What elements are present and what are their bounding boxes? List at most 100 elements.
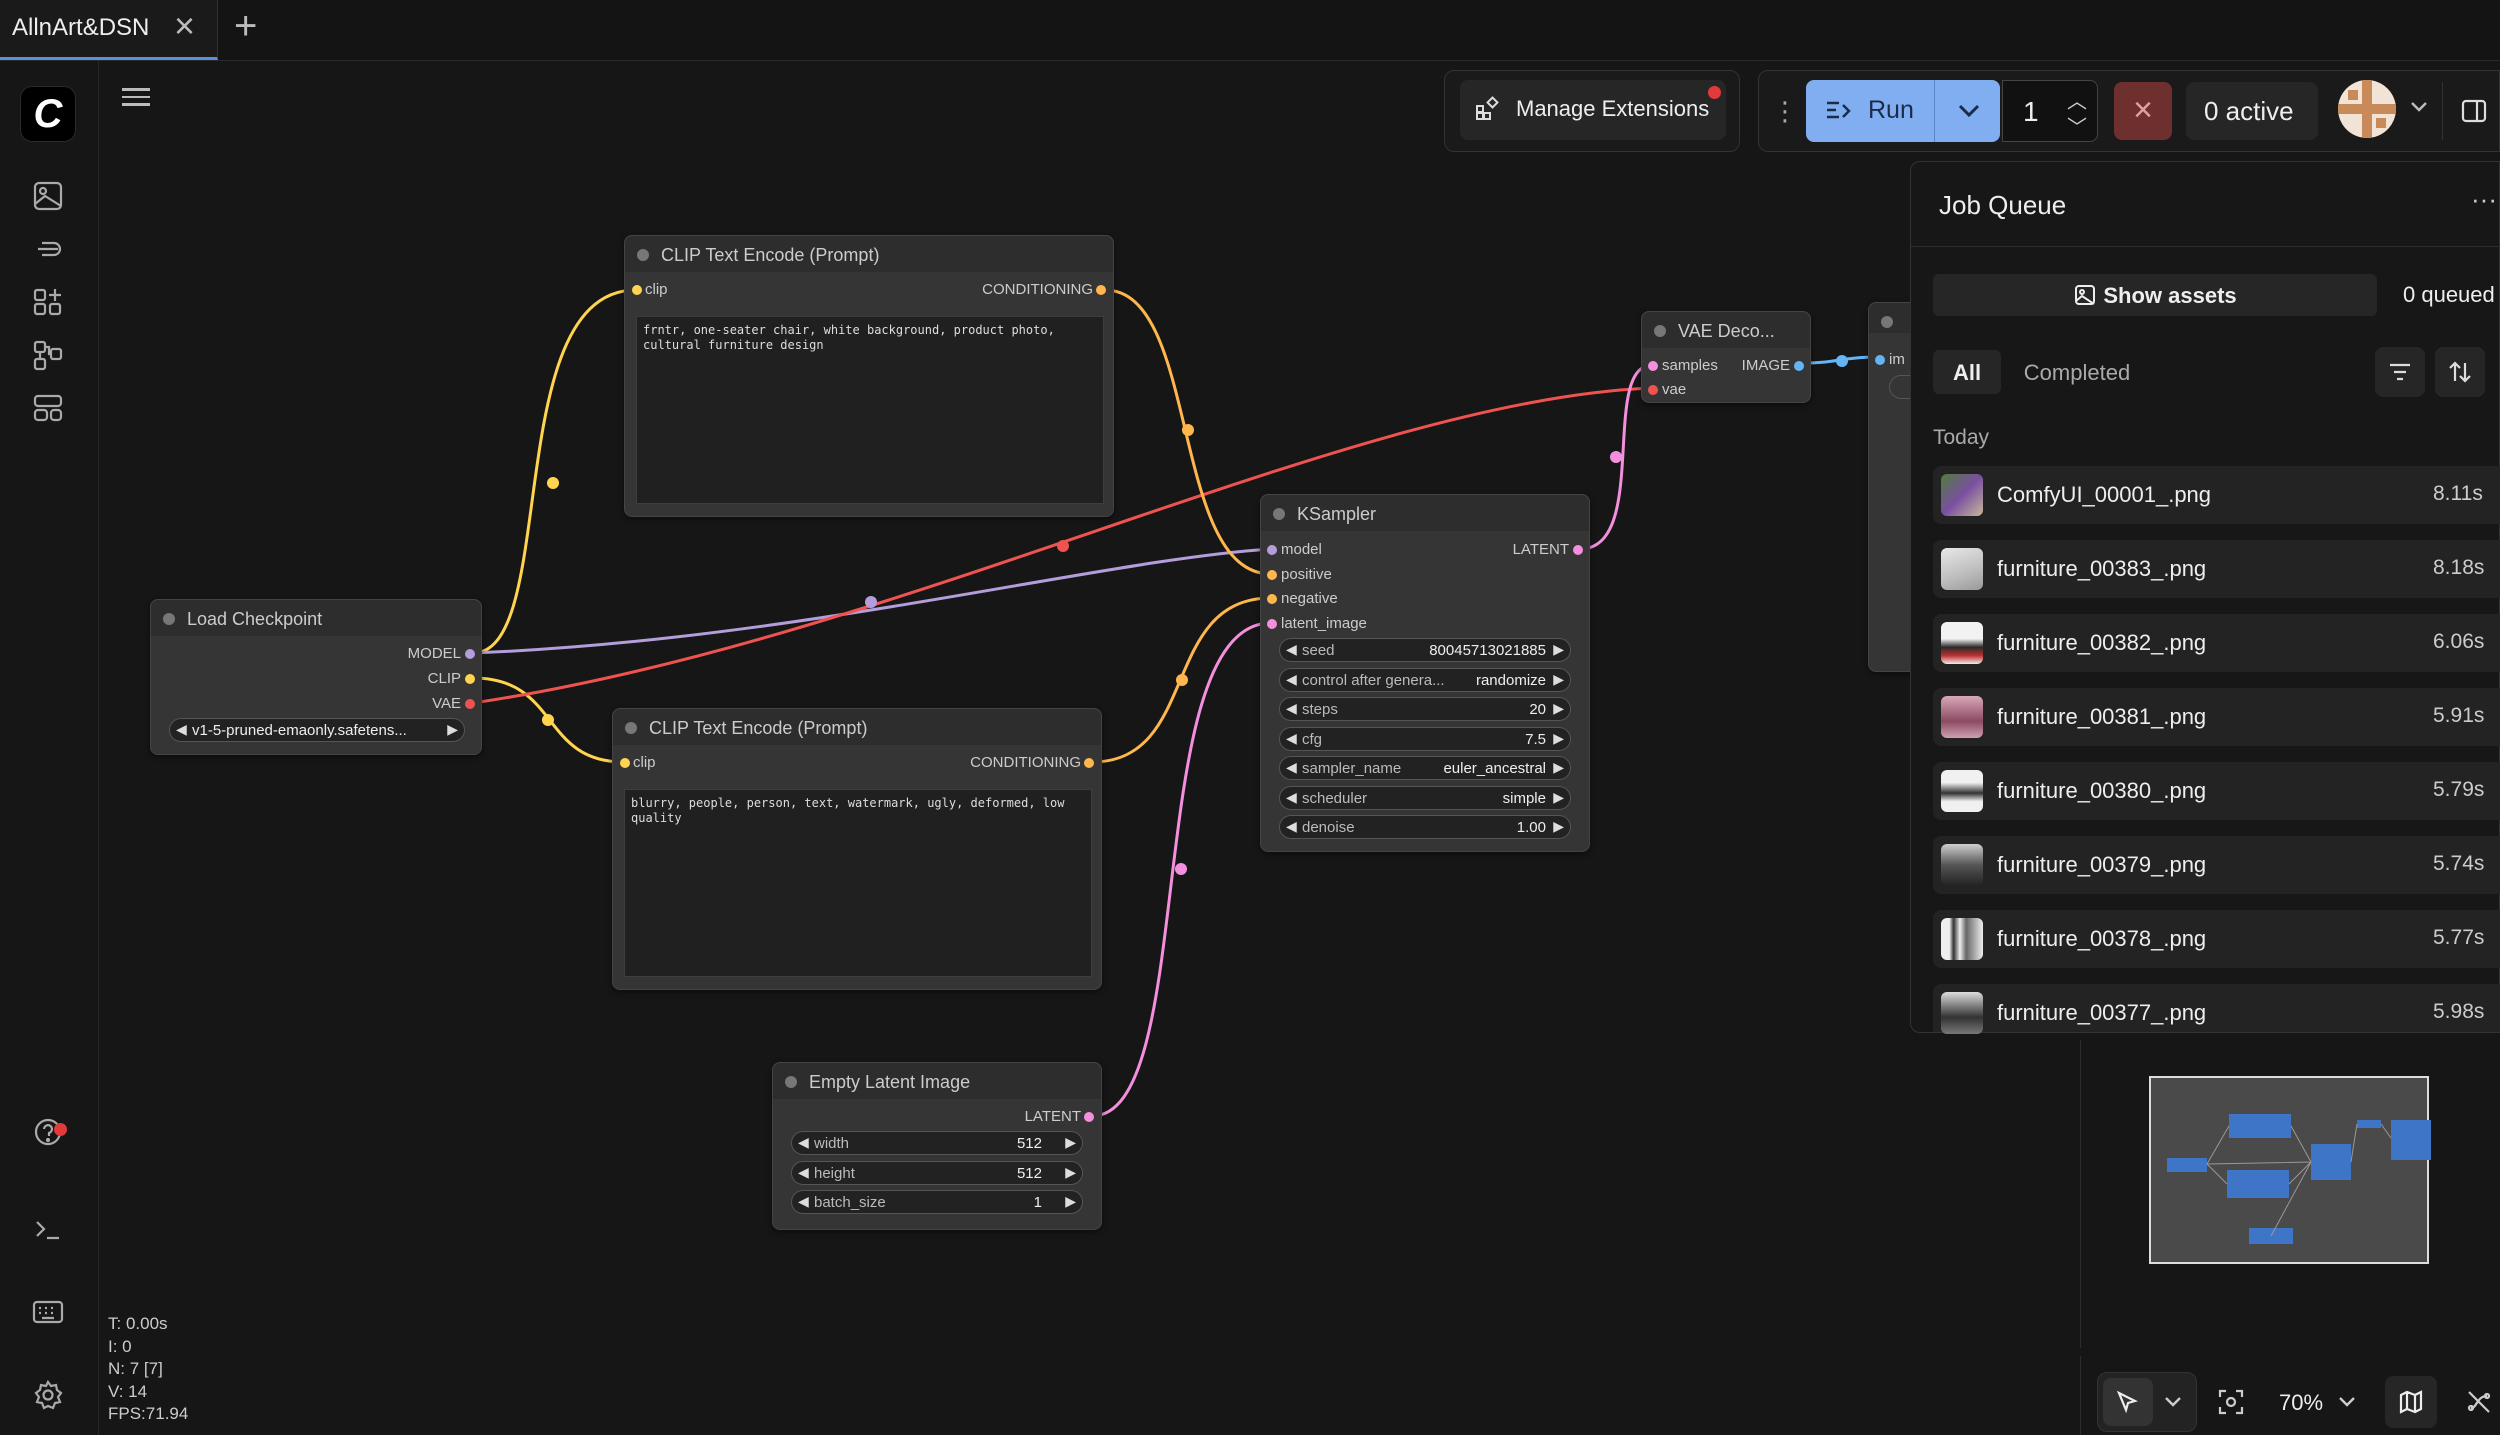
- sampler-name-widget[interactable]: ◀ sampler_name euler_ancestral ▶: [1279, 756, 1571, 780]
- left-arrow-icon[interactable]: ◀: [1286, 700, 1297, 717]
- job-item[interactable]: furniture_00378_.png 5.77s: [1933, 910, 2500, 968]
- toggle-panel-button[interactable]: [2442, 82, 2500, 140]
- clip-text-encode-negative-node[interactable]: CLIP Text Encode (Prompt) clip CONDITION…: [612, 708, 1102, 990]
- collapse-dot[interactable]: [1654, 325, 1666, 337]
- toggle-minimap-button[interactable]: [2385, 1376, 2437, 1428]
- widget-value: 80045713021885: [1429, 642, 1546, 659]
- output-slot[interactable]: [1084, 1112, 1094, 1122]
- left-arrow-icon[interactable]: ◀: [1286, 730, 1297, 747]
- decrement-chevron-icon[interactable]: ﹀: [2067, 111, 2087, 140]
- filter-button[interactable]: [2375, 347, 2425, 397]
- left-arrow-icon[interactable]: ◀: [1286, 641, 1297, 658]
- left-arrow-icon[interactable]: ◀: [176, 721, 187, 738]
- collapse-dot[interactable]: [163, 613, 175, 625]
- user-avatar[interactable]: [2338, 80, 2396, 138]
- collapse-dot[interactable]: [1881, 316, 1893, 328]
- height-widget[interactable]: ◀ height 512 ▶: [791, 1161, 1083, 1185]
- job-item[interactable]: furniture_00377_.png 5.98s: [1933, 984, 2500, 1034]
- job-item[interactable]: furniture_00383_.png 8.18s: [1933, 540, 2500, 598]
- thumbnail-image: [1941, 918, 1983, 960]
- output-slot[interactable]: [1084, 758, 1094, 768]
- left-arrow-icon[interactable]: ◀: [1286, 759, 1297, 776]
- control-after-generate-widget[interactable]: ◀ control after genera... randomize ▶: [1279, 668, 1571, 692]
- job-duration: 6.06s: [2433, 630, 2485, 653]
- width-widget[interactable]: ◀ width 512 ▶: [791, 1131, 1083, 1155]
- mode-chevron-icon[interactable]: [2163, 1392, 2183, 1417]
- right-arrow-icon[interactable]: ▶: [1065, 1134, 1076, 1151]
- right-arrow-icon[interactable]: ▶: [447, 721, 458, 738]
- job-item[interactable]: furniture_00379_.png 5.74s: [1933, 836, 2500, 894]
- run-mode-chevron-icon[interactable]: [1956, 98, 1982, 129]
- left-arrow-icon[interactable]: ◀: [1286, 789, 1297, 806]
- steps-widget[interactable]: ◀ steps 20 ▶: [1279, 697, 1571, 721]
- ckpt-name-combo[interactable]: ◀ v1-5-pruned-emaonly.safetens... ▶: [169, 718, 465, 742]
- cfg-widget[interactable]: ◀ cfg 7.5 ▶: [1279, 727, 1571, 751]
- collapse-dot[interactable]: [785, 1076, 797, 1088]
- right-arrow-icon[interactable]: ▶: [1553, 818, 1564, 835]
- increment-chevron-icon[interactable]: ︿: [2067, 85, 2087, 114]
- output-slot[interactable]: [1573, 545, 1583, 555]
- node-title: VAE Deco...: [1642, 312, 1810, 348]
- output-slot[interactable]: [465, 699, 475, 709]
- right-arrow-icon[interactable]: ▶: [1553, 759, 1564, 776]
- job-filename: furniture_00382_.png: [1997, 630, 2207, 655]
- collapse-dot[interactable]: [625, 722, 637, 734]
- batch-size-widget[interactable]: ◀ batch_size 1 ▶: [791, 1190, 1083, 1214]
- minimap[interactable]: [2149, 1076, 2431, 1264]
- job-duration: 5.74s: [2433, 852, 2485, 875]
- right-arrow-icon[interactable]: ▶: [1553, 730, 1564, 747]
- empty-latent-image-node[interactable]: Empty Latent Image LATENT ◀ width 512 ▶ ◀ he…: [772, 1062, 1102, 1230]
- hide-links-icon[interactable]: [2465, 1388, 2493, 1421]
- right-arrow-icon[interactable]: ▶: [1553, 700, 1564, 717]
- collapse-dot[interactable]: [637, 249, 649, 261]
- job-item[interactable]: ComfyUI_00001_.png 8.11s: [1933, 466, 2500, 524]
- node-title: CLIP Text Encode (Prompt): [625, 236, 1113, 272]
- active-jobs-button[interactable]: 0 active: [2186, 82, 2318, 140]
- prompt-textarea[interactable]: blurry, people, person, text, watermark,…: [624, 789, 1092, 977]
- run-button[interactable]: Run: [1806, 80, 2000, 142]
- output-slot[interactable]: [465, 674, 475, 684]
- right-arrow-icon[interactable]: ▶: [1065, 1193, 1076, 1210]
- right-arrow-icon[interactable]: ▶: [1553, 789, 1564, 806]
- job-duration: 8.18s: [2433, 556, 2485, 579]
- left-arrow-icon[interactable]: ◀: [798, 1134, 809, 1151]
- output-slot[interactable]: [465, 649, 475, 659]
- output-slot[interactable]: [1096, 285, 1106, 295]
- zoom-level[interactable]: 70%: [2279, 1390, 2323, 1416]
- zoom-chevron-icon[interactable]: [2337, 1392, 2357, 1417]
- seed-widget[interactable]: ◀ seed 80045713021885 ▶: [1279, 638, 1571, 662]
- node-title-text: CLIP Text Encode (Prompt): [661, 245, 880, 265]
- more-options-icon[interactable]: ···: [2471, 184, 2497, 215]
- left-arrow-icon[interactable]: ◀: [1286, 671, 1297, 688]
- left-arrow-icon[interactable]: ◀: [1286, 818, 1297, 835]
- select-mode-button[interactable]: [2103, 1378, 2153, 1426]
- show-assets-button[interactable]: Show assets: [1933, 274, 2377, 316]
- denoise-widget[interactable]: ◀ denoise 1.00 ▶: [1279, 815, 1571, 839]
- clip-text-encode-positive-node[interactable]: CLIP Text Encode (Prompt) clip CONDITION…: [624, 235, 1114, 517]
- ksampler-node[interactable]: KSampler model LATENT positive negative …: [1260, 494, 1590, 852]
- batch-count-stepper[interactable]: 1 ︿ ﹀: [2002, 80, 2098, 142]
- fit-view-icon[interactable]: [2217, 1388, 2245, 1421]
- right-arrow-icon[interactable]: ▶: [1553, 671, 1564, 688]
- account-chevron-icon[interactable]: [2408, 96, 2430, 123]
- right-arrow-icon[interactable]: ▶: [1065, 1164, 1076, 1181]
- filter-completed-tab[interactable]: Completed: [2007, 350, 2147, 394]
- output-slot[interactable]: [1794, 361, 1804, 371]
- job-item[interactable]: furniture_00382_.png 6.06s: [1933, 614, 2500, 672]
- left-arrow-icon[interactable]: ◀: [798, 1164, 809, 1181]
- active-jobs-label: 0 active: [2204, 96, 2294, 126]
- job-duration: 8.11s: [2433, 482, 2483, 505]
- right-arrow-icon[interactable]: ▶: [1553, 641, 1564, 658]
- left-arrow-icon[interactable]: ◀: [798, 1193, 809, 1210]
- job-item[interactable]: furniture_00380_.png 5.79s: [1933, 762, 2500, 820]
- scheduler-widget[interactable]: ◀ scheduler simple ▶: [1279, 786, 1571, 810]
- prompt-textarea[interactable]: frntr, one-seater chair, white backgroun…: [636, 316, 1104, 504]
- sort-button[interactable]: [2435, 347, 2485, 397]
- collapse-dot[interactable]: [1273, 508, 1285, 520]
- load-checkpoint-node[interactable]: Load Checkpoint MODEL CLIP VAE ◀ v1-5-pr…: [150, 599, 482, 755]
- cancel-run-button[interactable]: ×: [2114, 82, 2172, 140]
- vae-decode-node[interactable]: VAE Deco... samples IMAGE vae: [1641, 311, 1811, 403]
- filter-all-tab[interactable]: All: [1933, 350, 2001, 394]
- job-item[interactable]: furniture_00381_.png 5.91s: [1933, 688, 2500, 746]
- manage-extensions-button[interactable]: Manage Extensions: [1460, 80, 1726, 140]
